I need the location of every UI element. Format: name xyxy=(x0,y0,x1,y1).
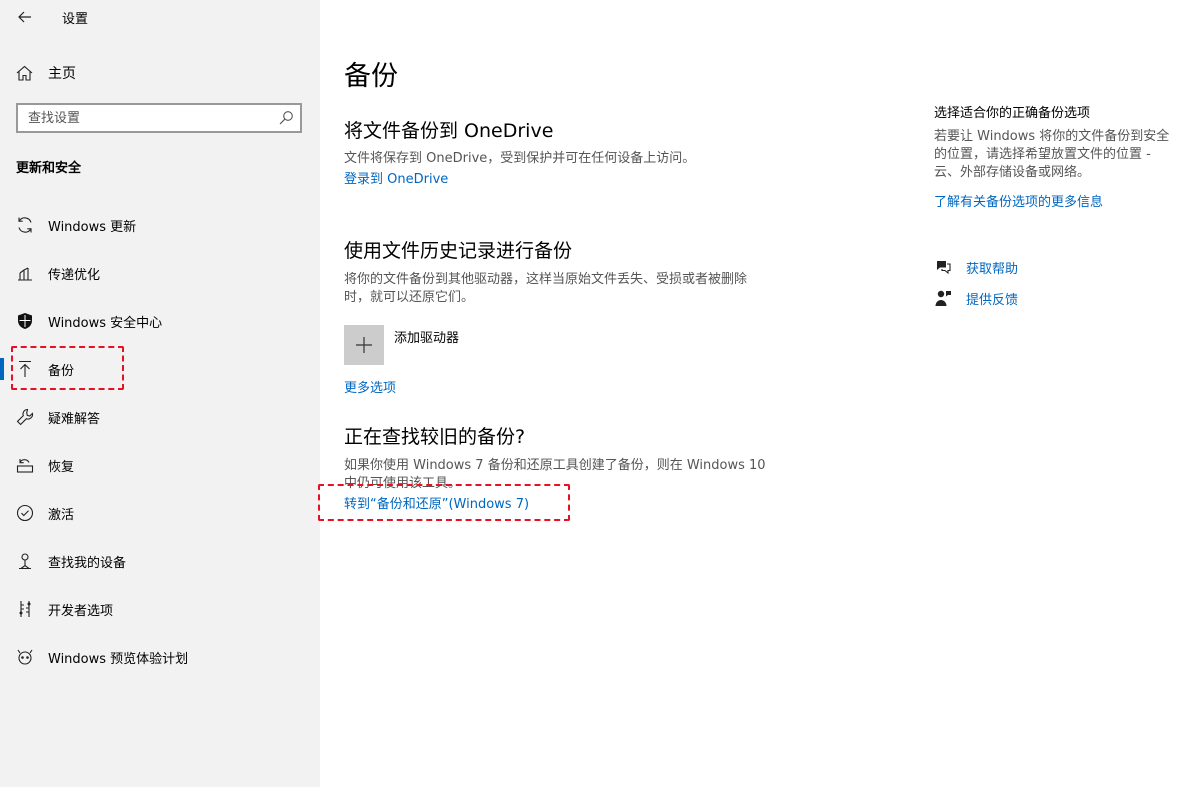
feedback-row[interactable]: 提供反馈 xyxy=(934,288,1018,308)
app-title: 设置 xyxy=(62,12,89,27)
search-icon[interactable] xyxy=(278,110,294,126)
delivery-optimization-icon xyxy=(15,263,35,283)
chat-help-icon xyxy=(934,258,952,276)
sidebar-item-label: 恢复 xyxy=(48,460,75,475)
sidebar-item-troubleshoot[interactable]: 疑难解答 xyxy=(0,393,320,441)
main-content: 备份 将文件备份到 OneDrive 文件将保存到 OneDrive，受到保护并… xyxy=(318,0,1198,787)
sync-icon xyxy=(15,215,35,235)
sidebar-item-delivery-optimization[interactable]: 传递优化 xyxy=(0,249,320,297)
get-help-row[interactable]: 获取帮助 xyxy=(934,257,1018,277)
plus-icon xyxy=(356,337,372,353)
right-column-title: 选择适合你的正确备份选项 xyxy=(934,106,1091,121)
get-help-label[interactable]: 获取帮助 xyxy=(966,258,1018,277)
right-column-description: 若要让 Windows 将你的文件备份到安全的位置，请选择希望放置文件的位置 -… xyxy=(934,129,1170,180)
backup-arrow-icon xyxy=(15,359,35,379)
back-button[interactable] xyxy=(14,6,36,28)
sidebar-item-windows-security[interactable]: Windows 安全中心 xyxy=(0,297,320,345)
older-backup-description-line2: 中仍可使用该工具。 xyxy=(344,476,462,491)
section-heading: 更新和安全 xyxy=(16,161,82,176)
sidebar-item-label: 查找我的设备 xyxy=(48,556,127,571)
nav-list: Windows 更新 传递优化 Windows 安全中心 备份 疑难解答 恢复 … xyxy=(0,201,320,681)
recovery-icon xyxy=(15,455,35,475)
backup-restore-win7-link[interactable]: 转到“备份和还原”(Windows 7) xyxy=(344,493,529,512)
sidebar-item-find-my-device[interactable]: 查找我的设备 xyxy=(0,537,320,585)
find-device-icon xyxy=(15,551,35,571)
onedrive-description: 文件将保存到 OneDrive，受到保护并可在任何设备上访问。 xyxy=(344,151,696,166)
file-history-description-line1: 将你的文件备份到其他驱动器，这样当原始文件丢失、受损或者被删除 xyxy=(344,272,748,287)
sidebar-item-label: Windows 安全中心 xyxy=(48,316,163,331)
onedrive-heading: 将文件备份到 OneDrive xyxy=(344,120,554,142)
wrench-icon xyxy=(15,407,35,427)
sidebar-item-activation[interactable]: 激活 xyxy=(0,489,320,537)
older-backup-heading: 正在查找较旧的备份? xyxy=(344,426,526,448)
sidebar-item-label: 激活 xyxy=(48,508,75,523)
sidebar-item-developer-options[interactable]: 开发者选项 xyxy=(0,585,320,633)
search-box[interactable] xyxy=(16,103,302,133)
active-indicator xyxy=(0,358,4,380)
back-arrow-icon xyxy=(18,11,31,23)
home-label: 主页 xyxy=(48,66,76,82)
home-icon xyxy=(16,65,33,81)
insider-icon xyxy=(15,647,35,667)
add-drive-label[interactable]: 添加驱动器 xyxy=(394,327,459,346)
sidebar-item-home[interactable]: 主页 xyxy=(16,62,76,84)
sidebar-item-backup[interactable]: 备份 xyxy=(0,345,320,393)
file-history-description-line2: 时，就可以还原它们。 xyxy=(344,290,475,305)
feedback-person-icon xyxy=(934,289,952,307)
developer-icon xyxy=(15,599,35,619)
sidebar-item-label: 疑难解答 xyxy=(48,412,101,427)
feedback-label[interactable]: 提供反馈 xyxy=(966,289,1018,308)
sidebar-item-label: 备份 xyxy=(48,364,75,379)
older-backup-description-line1: 如果你使用 Windows 7 备份和还原工具创建了备份，则在 Windows … xyxy=(344,458,766,473)
onedrive-signin-link[interactable]: 登录到 OneDrive xyxy=(344,168,448,187)
sidebar: 设置 主页 更新和安全 Windows 更新 传递优化 xyxy=(0,0,320,787)
sidebar-item-label: 开发者选项 xyxy=(48,604,114,619)
check-circle-icon xyxy=(15,503,35,523)
shield-icon xyxy=(15,311,35,331)
sidebar-item-label: 传递优化 xyxy=(48,268,101,283)
sidebar-item-label: Windows 更新 xyxy=(48,220,137,235)
add-drive-button[interactable] xyxy=(344,325,384,365)
file-history-heading: 使用文件历史记录进行备份 xyxy=(344,240,573,262)
sidebar-item-label: Windows 预览体验计划 xyxy=(48,652,189,667)
sidebar-item-windows-update[interactable]: Windows 更新 xyxy=(0,201,320,249)
page-title: 备份 xyxy=(344,61,398,92)
more-options-link[interactable]: 更多选项 xyxy=(344,377,396,396)
learn-more-link[interactable]: 了解有关备份选项的更多信息 xyxy=(934,191,1103,210)
sidebar-item-windows-insider[interactable]: Windows 预览体验计划 xyxy=(0,633,320,681)
search-input[interactable] xyxy=(18,105,278,131)
sidebar-item-recovery[interactable]: 恢复 xyxy=(0,441,320,489)
